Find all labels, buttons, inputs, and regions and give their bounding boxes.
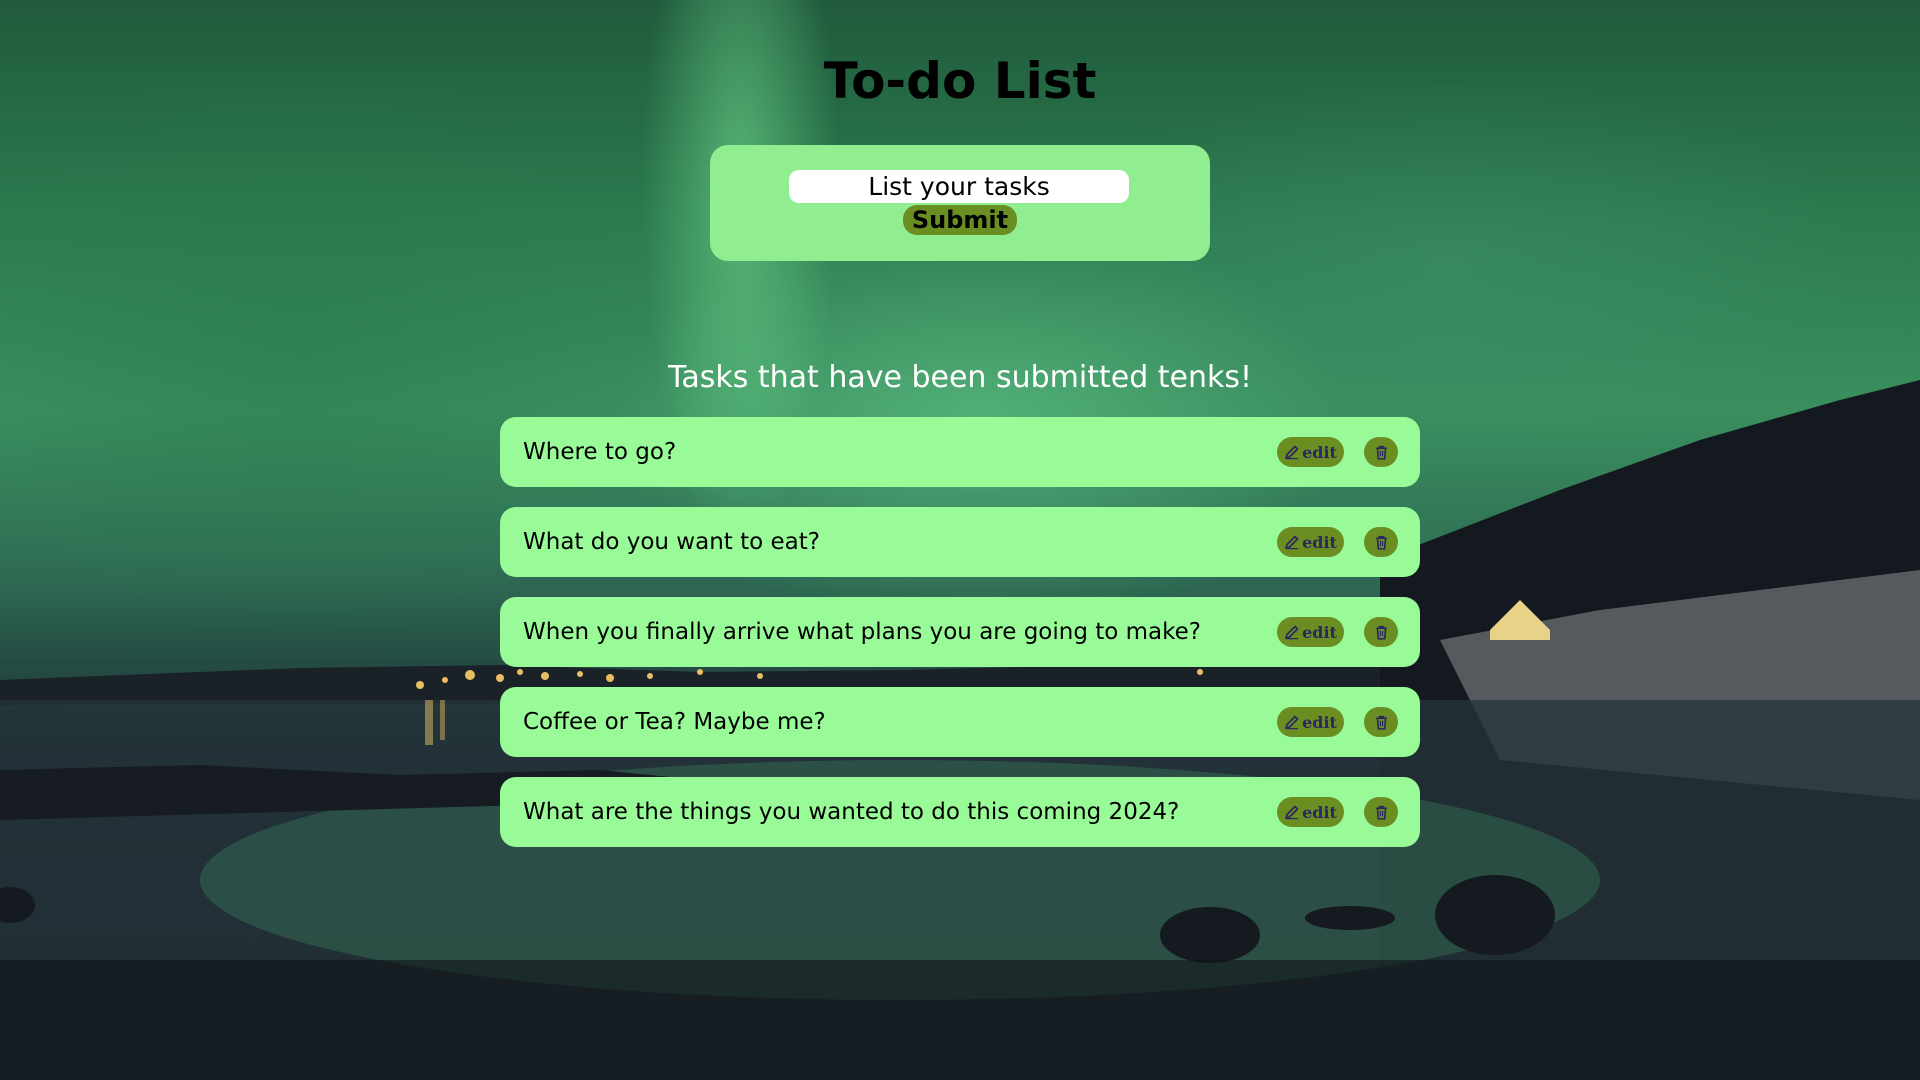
task-item: What are the things you wanted to do thi… (500, 777, 1420, 847)
delete-button[interactable] (1364, 797, 1398, 827)
trash-icon (1375, 625, 1387, 640)
task-form: Submit (710, 145, 1210, 261)
edit-button[interactable]: edit (1277, 527, 1344, 557)
delete-button[interactable] (1364, 437, 1398, 467)
pencil-icon (1285, 805, 1299, 820)
edit-button[interactable]: edit (1277, 797, 1344, 827)
edit-label: edit (1302, 442, 1337, 462)
delete-button[interactable] (1364, 707, 1398, 737)
task-item: Where to go? edit (500, 417, 1420, 487)
edit-button[interactable]: edit (1277, 707, 1344, 737)
edit-label: edit (1302, 532, 1337, 552)
task-text: What are the things you wanted to do thi… (523, 799, 1180, 825)
task-text: When you finally arrive what plans you a… (523, 619, 1202, 645)
task-text: Coffee or Tea? Maybe me? (523, 709, 826, 735)
task-item: When you finally arrive what plans you a… (500, 597, 1420, 667)
task-list-heading: Tasks that have been submitted tenks! (667, 360, 1253, 395)
trash-icon (1375, 445, 1387, 460)
pencil-icon (1285, 535, 1299, 550)
edit-label: edit (1302, 802, 1337, 822)
task-input[interactable] (789, 170, 1129, 203)
task-list: Where to go? edit What do you want to ea… (500, 417, 1420, 867)
submit-button[interactable]: Submit (903, 205, 1017, 235)
delete-button[interactable] (1364, 617, 1398, 647)
pencil-icon (1285, 445, 1299, 460)
trash-icon (1375, 805, 1387, 820)
trash-icon (1375, 715, 1387, 730)
delete-button[interactable] (1364, 527, 1398, 557)
task-item: Coffee or Tea? Maybe me? edit (500, 687, 1420, 757)
task-text: Where to go? (523, 439, 677, 465)
task-text: What do you want to eat? (523, 529, 820, 555)
pencil-icon (1285, 625, 1299, 640)
edit-label: edit (1302, 712, 1337, 732)
edit-label: edit (1302, 622, 1337, 642)
task-item: What do you want to eat? edit (500, 507, 1420, 577)
pencil-icon (1285, 715, 1299, 730)
edit-button[interactable]: edit (1277, 437, 1344, 467)
page-title: To-do List (823, 52, 1097, 110)
edit-button[interactable]: edit (1277, 617, 1344, 647)
todo-app: To-do List Submit Tasks that have been s… (0, 0, 1920, 1080)
trash-icon (1375, 535, 1387, 550)
